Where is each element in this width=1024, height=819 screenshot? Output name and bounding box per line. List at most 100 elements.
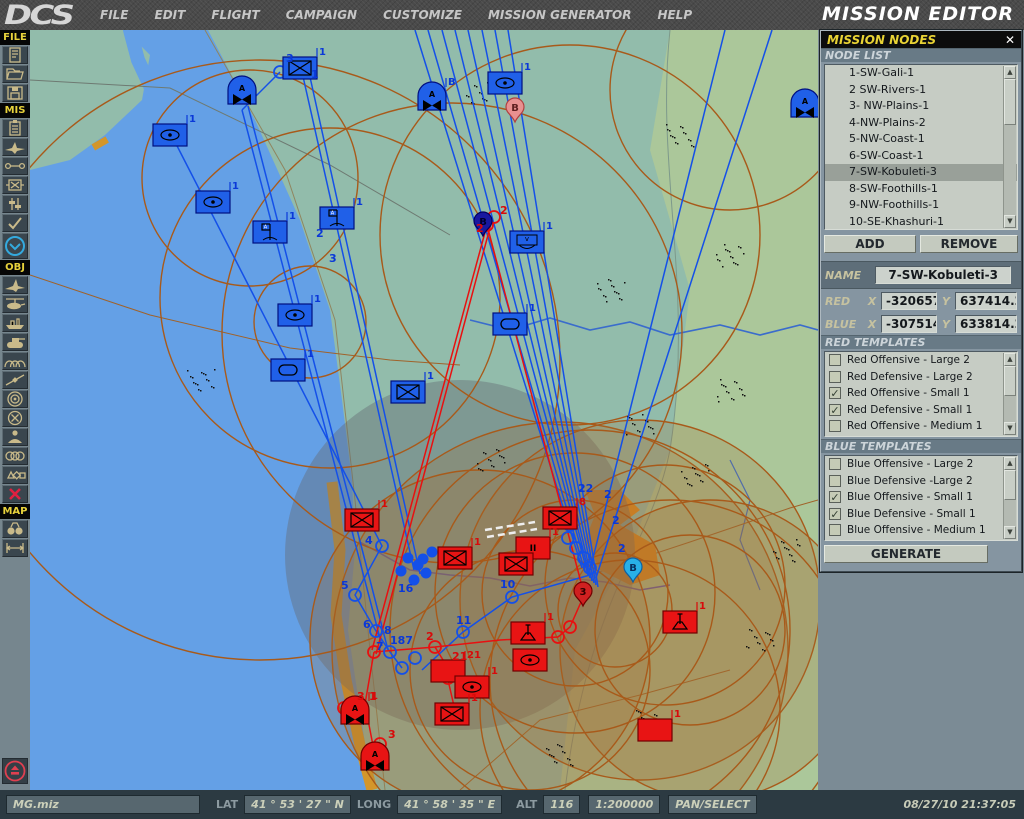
template-item[interactable]: Blue Offensive - Medium 1 <box>825 522 1017 539</box>
blue-waypoint-cluster[interactable] <box>427 547 438 558</box>
new-file-button[interactable] <box>2 46 28 64</box>
template-item[interactable]: Red Offensive - Large 2 <box>825 352 1017 369</box>
scroll-down-icon[interactable]: ▼ <box>1004 526 1016 539</box>
open-folder-button[interactable] <box>2 65 28 83</box>
menu-campaign[interactable]: CAMPAIGN <box>286 8 357 22</box>
menu-edit[interactable]: EDIT <box>155 8 186 22</box>
zone-button[interactable] <box>2 409 28 427</box>
blue-templates-scrollbar[interactable]: ▲ ▼ <box>1003 457 1016 539</box>
menu-customize[interactable]: CUSTOMIZE <box>383 8 462 22</box>
bullseye-button[interactable] <box>2 390 28 408</box>
scroll-up-icon[interactable]: ▲ <box>1004 353 1016 366</box>
shapes-button[interactable] <box>2 466 28 484</box>
close-icon[interactable]: ✕ <box>1005 33 1015 47</box>
template-item[interactable]: ✓Blue Offensive - Small 1 <box>825 489 1017 506</box>
checkbox-checked-icon[interactable]: ✓ <box>829 387 841 399</box>
link-button[interactable] <box>2 157 28 175</box>
node-list-item[interactable]: 9-NW-Foothills-1 <box>825 197 1017 214</box>
template-item[interactable]: Red Defensive - Large 2 <box>825 369 1017 386</box>
check-button[interactable] <box>2 214 28 232</box>
template-item[interactable]: Red Defensive - Medium 1 <box>825 435 1017 438</box>
template-item[interactable]: ✓Blue Defensive - Small 1 <box>825 506 1017 523</box>
checkbox-icon[interactable] <box>829 371 841 383</box>
template-item[interactable]: Blue Defensive - Medium 1 <box>825 539 1017 542</box>
remove-button[interactable]: REMOVE <box>920 235 1018 253</box>
options-button[interactable] <box>2 195 28 213</box>
checkbox-checked-icon[interactable]: ✓ <box>829 508 841 520</box>
checkbox-icon[interactable] <box>829 354 841 366</box>
menu-help[interactable]: HELP <box>657 8 692 22</box>
node-list-item[interactable]: 7-SW-Kobuleti-3 <box>825 164 1017 181</box>
payload-button[interactable] <box>2 138 28 156</box>
menu-file[interactable]: FILE <box>100 8 129 22</box>
name-field[interactable]: 7-SW-Kobuleti-3 <box>875 266 1011 284</box>
node-list-scrollbar[interactable]: ▲ ▼ <box>1003 66 1016 228</box>
checkbox-icon[interactable] <box>829 524 841 536</box>
troop-button[interactable] <box>2 428 28 446</box>
scroll-up-icon[interactable]: ▲ <box>1004 457 1016 470</box>
ship-button[interactable] <box>2 314 28 332</box>
map-svg[interactable]: 1AABA111A1A11111v11118II112111A1A11BBB33… <box>30 30 818 790</box>
blue-waypoint-cluster[interactable] <box>421 568 432 579</box>
node-list-item[interactable]: 4-NW-Plains-2 <box>825 115 1017 132</box>
red-unit-xbox[interactable] <box>499 553 533 575</box>
checkbox-checked-icon[interactable]: ✓ <box>829 404 841 416</box>
node-list-item[interactable]: 8-SW-Foothills-1 <box>825 181 1017 198</box>
scroll-down-icon[interactable]: ▼ <box>1004 215 1016 228</box>
template-item[interactable]: ✓Red Offensive - Small 1 <box>825 385 1017 402</box>
scroll-thumb[interactable] <box>1004 366 1016 396</box>
red-wp-label: 3 <box>388 728 396 741</box>
collapse-circle-button[interactable] <box>2 233 28 259</box>
ruler-button[interactable] <box>2 539 28 557</box>
red-templates-scrollbar[interactable]: ▲ ▼ <box>1003 353 1016 435</box>
red-unit-eye[interactable] <box>513 649 547 671</box>
node-list-item[interactable]: 10-SE-Khashuri-1 <box>825 214 1017 231</box>
red-x-field[interactable]: -320657.1 <box>881 292 937 310</box>
menu-mission-generator[interactable]: MISSION GENERATOR <box>488 8 631 22</box>
node-list-item[interactable]: 2 SW-Rivers-1 <box>825 82 1017 99</box>
checkbox-icon[interactable] <box>829 420 841 432</box>
checkbox-icon[interactable] <box>829 458 841 470</box>
template-item[interactable]: Red Offensive - Medium 1 <box>825 418 1017 435</box>
add-button[interactable]: ADD <box>824 235 916 253</box>
failures-button[interactable] <box>2 176 28 194</box>
template-item[interactable]: Blue Offensive - Large 2 <box>825 456 1017 473</box>
exit-button[interactable] <box>2 758 28 784</box>
scroll-down-icon[interactable]: ▼ <box>1004 422 1016 435</box>
delete-button[interactable] <box>2 485 28 503</box>
template-item[interactable]: Blue Defensive -Large 2 <box>825 473 1017 490</box>
scroll-thumb[interactable] <box>1004 470 1016 500</box>
blue-waypoint-cluster[interactable] <box>418 554 429 565</box>
mode-field[interactable]: PAN/SELECT <box>668 795 756 814</box>
scroll-up-icon[interactable]: ▲ <box>1004 66 1016 79</box>
route-button[interactable] <box>2 371 28 389</box>
blue-y-field[interactable]: 633814.28 <box>955 315 1017 333</box>
node-list-item[interactable]: 6-SW-Coast-1 <box>825 148 1017 165</box>
save-button[interactable] <box>2 84 28 102</box>
checkbox-checked-icon[interactable]: ✓ <box>829 491 841 503</box>
node-list-item[interactable]: 5-NW-Coast-1 <box>825 131 1017 148</box>
rings-button[interactable] <box>2 447 28 465</box>
briefing-button[interactable] <box>2 119 28 137</box>
red-y-field[interactable]: 637414.28 <box>955 292 1017 310</box>
airplane-button[interactable] <box>2 276 28 294</box>
template-item[interactable]: ✓Red Defensive - Small 1 <box>825 402 1017 419</box>
blue-x-field[interactable]: -307514.2 <box>881 315 937 333</box>
checkbox-icon[interactable] <box>829 475 841 487</box>
node-list-item[interactable]: 1-SW-Gali-1 <box>825 65 1017 82</box>
node-list-item[interactable]: 3- NW-Plains-1 <box>825 98 1017 115</box>
scale-field[interactable]: 1:200000 <box>588 795 660 814</box>
blue-waypoint-cluster[interactable] <box>396 566 407 577</box>
menu-flight[interactable]: FLIGHT <box>211 8 259 22</box>
static-button[interactable] <box>2 352 28 370</box>
vehicle-button[interactable] <box>2 333 28 351</box>
blue-unit-dome[interactable]: A <box>228 76 256 105</box>
blue-waypoint-cluster[interactable] <box>403 553 414 564</box>
blue-wp-label: 5 <box>341 579 349 592</box>
scroll-thumb[interactable] <box>1004 79 1016 125</box>
red-unit-dome[interactable]: A <box>361 742 389 771</box>
map-canvas[interactable]: 1AABA111A1A11111v11118II112111A1A11BBB33… <box>30 30 818 790</box>
helicopter-button[interactable] <box>2 295 28 313</box>
binoculars-button[interactable] <box>2 520 28 538</box>
generate-button[interactable]: GENERATE <box>824 545 988 563</box>
